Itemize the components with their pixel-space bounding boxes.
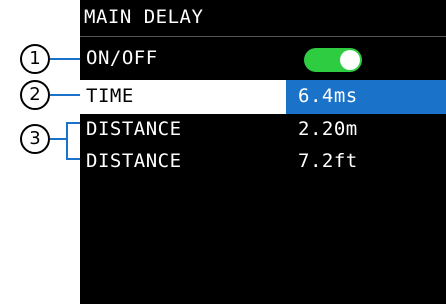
toggle-knob bbox=[340, 50, 360, 70]
title-divider bbox=[80, 36, 446, 37]
on-off-row[interactable]: ON/OFF bbox=[80, 42, 446, 76]
on-off-toggle[interactable] bbox=[304, 48, 362, 72]
distance-m-value[interactable]: 2.20m bbox=[298, 118, 358, 140]
leader-bracket-3 bbox=[66, 122, 68, 160]
delay-screen: MAIN DELAY ON/OFF TIME 6.4ms DISTANCE 2.… bbox=[80, 0, 446, 304]
time-value[interactable]: 6.4ms bbox=[298, 85, 358, 107]
distance-m-label: DISTANCE bbox=[86, 118, 182, 140]
distance-ft-value[interactable]: 7.2ft bbox=[298, 150, 358, 172]
page-title: MAIN DELAY bbox=[84, 6, 204, 28]
callout-1: 1 bbox=[20, 44, 50, 74]
distance-ft-label: DISTANCE bbox=[86, 150, 182, 172]
distance-m-row[interactable]: DISTANCE 2.20m bbox=[80, 113, 446, 147]
time-label: TIME bbox=[86, 85, 134, 107]
on-off-label: ON/OFF bbox=[86, 47, 158, 69]
callout-3: 3 bbox=[20, 124, 50, 154]
distance-ft-row[interactable]: DISTANCE 7.2ft bbox=[80, 145, 446, 179]
time-row[interactable]: TIME 6.4ms bbox=[80, 80, 446, 114]
callout-2: 2 bbox=[20, 80, 50, 110]
